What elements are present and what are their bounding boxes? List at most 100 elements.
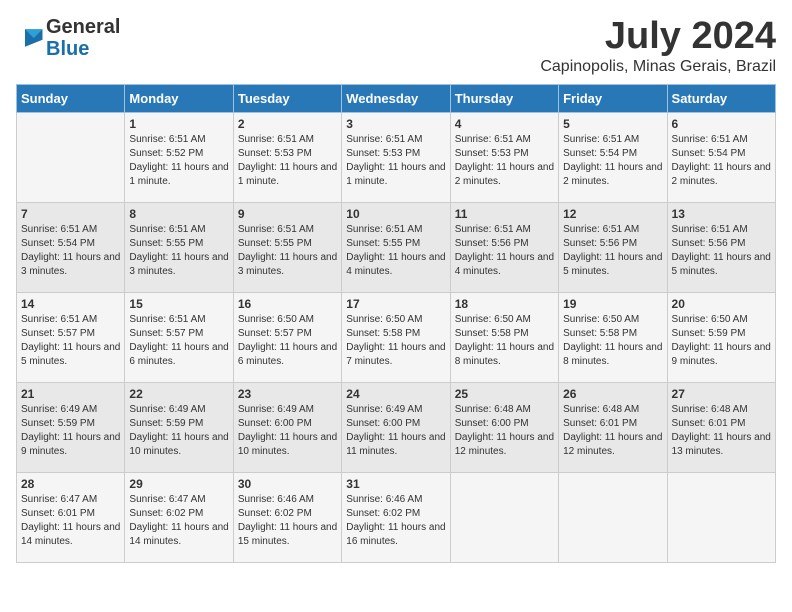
calendar-cell: 16Sunrise: 6:50 AMSunset: 5:57 PMDayligh… [233,292,341,382]
calendar-cell: 14 Sunrise: 6:51 AMSunset: 5:57 PMDayligh… [17,292,125,382]
day-number: 14 [21,297,120,311]
logo-icon [18,24,46,52]
day-header-saturday: Saturday [667,84,775,112]
day-number: 25 [455,387,554,401]
day-number: 27 [672,387,771,401]
day-number: 9 [238,207,337,221]
calendar-cell: 11Sunrise: 6:51 AMSunset: 5:56 PMDayligh… [450,202,558,292]
cell-info: Sunrise: 6:51 AMSunset: 5:53 PMDaylight:… [346,133,445,189]
day-number: 18 [455,297,554,311]
day-header-wednesday: Wednesday [342,84,450,112]
calendar-table: SundayMondayTuesdayWednesdayThursdayFrid… [16,84,776,563]
week-row-1: 1 Sunrise: 6:51 AMSunset: 5:52 PMDaylight… [17,112,776,202]
calendar-cell: 22 Sunrise: 6:49 AMSunset: 5:59 PMDayligh… [125,382,233,472]
day-header-sunday: Sunday [17,84,125,112]
day-number: 2 [238,117,337,131]
cell-info: Sunrise: 6:51 AMSunset: 5:56 PMDaylight:… [672,223,771,279]
calendar-cell: 2 Sunrise: 6:51 AMSunset: 5:53 PMDaylight… [233,112,341,202]
cell-info: Sunrise: 6:51 AMSunset: 5:54 PMDaylight:… [21,223,120,279]
calendar-cell: 21 Sunrise: 6:49 AMSunset: 5:59 PMDayligh… [17,382,125,472]
cell-info: Sunrise: 6:49 AMSunset: 6:00 PMDaylight:… [238,403,337,459]
calendar-cell: 7 Sunrise: 6:51 AMSunset: 5:54 PMDaylight… [17,202,125,292]
cell-info: Sunrise: 6:46 AMSunset: 6:02 PMDaylight:… [238,493,337,549]
cell-info: Sunrise: 6:51 AMSunset: 5:57 PMDaylight:… [21,313,120,369]
cell-info: Sunrise: 6:51 AMSunset: 5:55 PMDaylight:… [346,223,445,279]
week-row-3: 14 Sunrise: 6:51 AMSunset: 5:57 PMDayligh… [17,292,776,382]
cell-info: Sunrise: 6:47 AMSunset: 6:01 PMDaylight:… [21,493,120,549]
day-number: 10 [346,207,445,221]
day-number: 30 [238,477,337,491]
cell-info: Sunrise: 6:48 AMSunset: 6:01 PMDaylight:… [563,403,662,459]
calendar-cell: 24 Sunrise: 6:49 AMSunset: 6:00 PMDayligh… [342,382,450,472]
day-number: 22 [129,387,228,401]
calendar-cell [667,472,775,562]
cell-info: Sunrise: 6:51 AMSunset: 5:56 PMDaylight:… [563,223,662,279]
day-number: 29 [129,477,228,491]
calendar-cell [17,112,125,202]
calendar-cell: 18 Sunrise: 6:50 AMSunset: 5:58 PMDayligh… [450,292,558,382]
calendar-cell: 10 Sunrise: 6:51 AMSunset: 5:55 PMDayligh… [342,202,450,292]
calendar-cell: 29 Sunrise: 6:47 AMSunset: 6:02 PMDayligh… [125,472,233,562]
cell-info: Sunrise: 6:50 AMSunset: 5:59 PMDaylight:… [672,313,771,369]
day-number: 15 [129,297,228,311]
calendar-cell: 3 Sunrise: 6:51 AMSunset: 5:53 PMDaylight… [342,112,450,202]
cell-info: Sunrise: 6:50 AMSunset: 5:58 PMDaylight:… [563,313,662,369]
day-number: 8 [129,207,228,221]
cell-info: Sunrise: 6:50 AMSunset: 5:58 PMDaylight:… [455,313,554,369]
week-row-2: 7 Sunrise: 6:51 AMSunset: 5:54 PMDaylight… [17,202,776,292]
calendar-cell: 5 Sunrise: 6:51 AMSunset: 5:54 PMDaylight… [559,112,667,202]
month-title: July 2024 [540,16,776,58]
cell-info: Sunrise: 6:51 AMSunset: 5:52 PMDaylight:… [129,133,228,189]
day-number: 7 [21,207,120,221]
day-number: 20 [672,297,771,311]
calendar-cell: 17Sunrise: 6:50 AMSunset: 5:58 PMDayligh… [342,292,450,382]
calendar-cell: 20 Sunrise: 6:50 AMSunset: 5:59 PMDayligh… [667,292,775,382]
calendar-cell: 30 Sunrise: 6:46 AMSunset: 6:02 PMDayligh… [233,472,341,562]
day-number: 19 [563,297,662,311]
cell-info: Sunrise: 6:51 AMSunset: 5:53 PMDaylight:… [455,133,554,189]
calendar-cell: 1 Sunrise: 6:51 AMSunset: 5:52 PMDaylight… [125,112,233,202]
calendar-cell: 15 Sunrise: 6:51 AMSunset: 5:57 PMDayligh… [125,292,233,382]
cell-info: Sunrise: 6:49 AMSunset: 6:00 PMDaylight:… [346,403,445,459]
calendar-cell: 31Sunrise: 6:46 AMSunset: 6:02 PMDayligh… [342,472,450,562]
cell-info: Sunrise: 6:51 AMSunset: 5:55 PMDaylight:… [129,223,228,279]
day-number: 24 [346,387,445,401]
cell-info: Sunrise: 6:51 AMSunset: 5:55 PMDaylight:… [238,223,337,279]
day-number: 5 [563,117,662,131]
week-row-4: 21 Sunrise: 6:49 AMSunset: 5:59 PMDayligh… [17,382,776,472]
day-number: 3 [346,117,445,131]
cell-info: Sunrise: 6:49 AMSunset: 5:59 PMDaylight:… [21,403,120,459]
day-number: 28 [21,477,120,491]
day-number: 21 [21,387,120,401]
calendar-cell [450,472,558,562]
location: Capinopolis, Minas Gerais, Brazil [540,58,776,76]
calendar-cell: 13 Sunrise: 6:51 AMSunset: 5:56 PMDayligh… [667,202,775,292]
day-header-tuesday: Tuesday [233,84,341,112]
cell-info: Sunrise: 6:50 AMSunset: 5:58 PMDaylight:… [346,313,445,369]
day-header-friday: Friday [559,84,667,112]
cell-info: Sunrise: 6:51 AMSunset: 5:57 PMDaylight:… [129,313,228,369]
calendar-cell: 23Sunrise: 6:49 AMSunset: 6:00 PMDayligh… [233,382,341,472]
cell-info: Sunrise: 6:48 AMSunset: 6:00 PMDaylight:… [455,403,554,459]
day-number: 6 [672,117,771,131]
cell-info: Sunrise: 6:51 AMSunset: 5:54 PMDaylight:… [563,133,662,189]
logo-text: General Blue [46,16,120,60]
day-header-thursday: Thursday [450,84,558,112]
cell-info: Sunrise: 6:51 AMSunset: 5:53 PMDaylight:… [238,133,337,189]
calendar-cell: 4 Sunrise: 6:51 AMSunset: 5:53 PMDaylight… [450,112,558,202]
logo: General Blue [16,16,120,60]
title-area: July 2024 Capinopolis, Minas Gerais, Bra… [540,16,776,76]
day-number: 16 [238,297,337,311]
calendar-cell: 28 Sunrise: 6:47 AMSunset: 6:01 PMDayligh… [17,472,125,562]
calendar-cell: 9 Sunrise: 6:51 AMSunset: 5:55 PMDaylight… [233,202,341,292]
cell-info: Sunrise: 6:51 AMSunset: 5:54 PMDaylight:… [672,133,771,189]
cell-info: Sunrise: 6:47 AMSunset: 6:02 PMDaylight:… [129,493,228,549]
calendar-cell: 27Sunrise: 6:48 AMSunset: 6:01 PMDayligh… [667,382,775,472]
day-number: 4 [455,117,554,131]
page-header: General Blue July 2024 Capinopolis, Mina… [16,16,776,76]
day-number: 1 [129,117,228,131]
day-number: 13 [672,207,771,221]
day-number: 31 [346,477,445,491]
cell-info: Sunrise: 6:49 AMSunset: 5:59 PMDaylight:… [129,403,228,459]
day-number: 11 [455,207,554,221]
